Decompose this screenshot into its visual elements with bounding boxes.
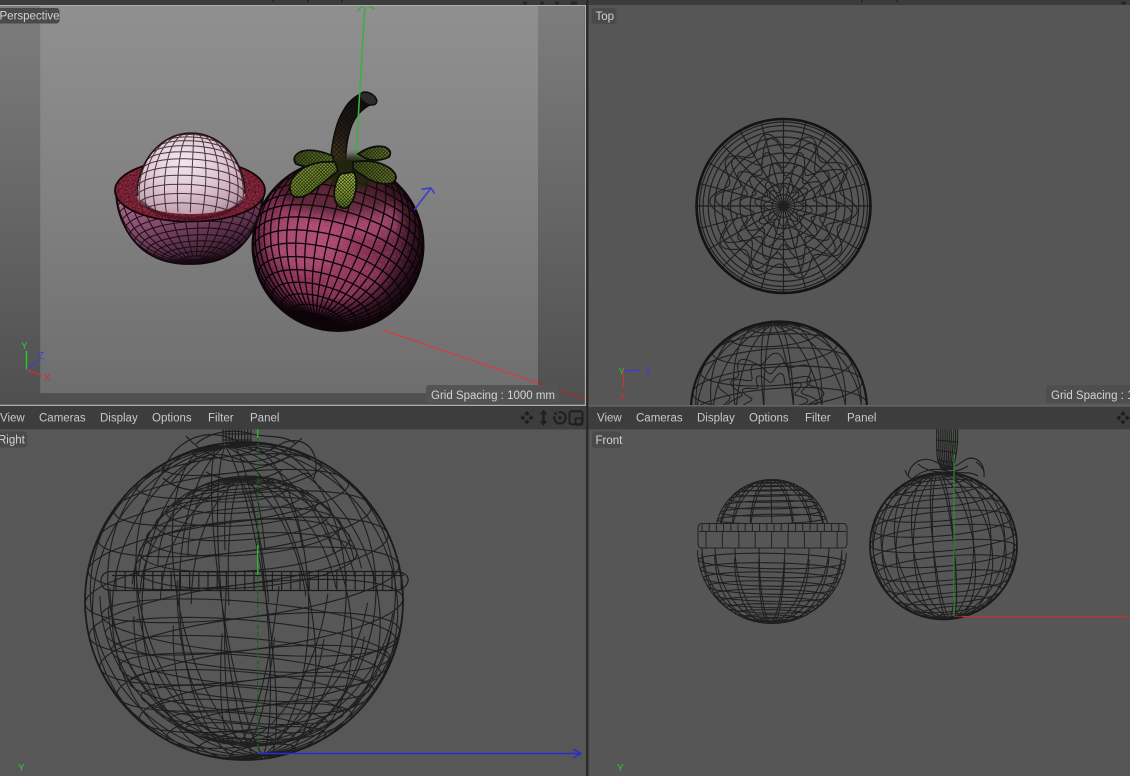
svg-text:View: View [597,413,622,425]
svg-text:Display: Display [697,413,735,425]
svg-text:Panel: Panel [250,413,279,425]
svg-text:Filter: Filter [805,413,831,425]
svg-text:Y: Y [21,341,28,352]
svg-text:Filter: Filter [208,413,234,425]
svg-text:Grid Spacing : 1: Grid Spacing : 1 [1051,390,1130,402]
svg-text:Options: Options [749,413,789,425]
svg-text:Options: Options [152,413,192,425]
svg-text:Y: Y [617,763,624,774]
svg-text:Right: Right [0,435,26,447]
svg-text:Perspective: Perspective [0,11,60,23]
svg-text:Z: Z [645,366,651,377]
svg-text:X: X [44,373,51,384]
svg-text:Y: Y [18,763,25,774]
svg-text:Front: Front [596,435,624,447]
svg-text:Z: Z [38,351,44,362]
svg-text:View: View [0,413,25,425]
svg-text:Cameras: Cameras [39,413,86,425]
svg-text:Grid Spacing : 1000 mm: Grid Spacing : 1000 mm [431,390,555,402]
svg-text:Panel: Panel [847,413,876,425]
svg-text:Y: Y [619,367,626,378]
svg-text:Display: Display [100,413,138,425]
svg-text:Cameras: Cameras [636,413,683,425]
svg-text:Top: Top [596,11,615,23]
svg-text:X: X [619,392,626,403]
